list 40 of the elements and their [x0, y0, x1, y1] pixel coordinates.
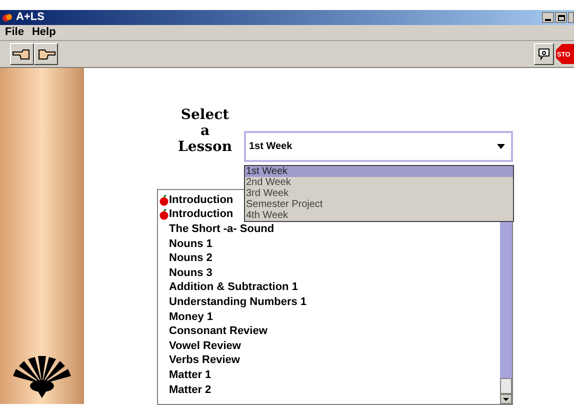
heading-text: Select	[180, 107, 230, 123]
lesson-item[interactable]: Money 1	[169, 312, 214, 323]
dropdown-option[interactable]: Semester Project	[245, 199, 513, 210]
lesson-item[interactable]: Addition & Subtraction 1	[169, 282, 298, 294]
scroll-down-button[interactable]	[500, 394, 512, 404]
maximize-button[interactable]	[555, 12, 567, 23]
heading-text: a	[200, 123, 210, 139]
lesson-item[interactable]: Nouns 1	[169, 238, 212, 250]
shell-drawing	[11, 354, 73, 398]
dropdown-option[interactable]: 4th Week	[245, 210, 513, 221]
dropdown-option[interactable]: 1st Week	[245, 166, 513, 177]
lesson-dropdown[interactable]: 1st Week	[244, 131, 513, 162]
back-button[interactable]	[10, 43, 34, 65]
lesson-item[interactable]: Introduction	[169, 194, 234, 206]
help-bubble-icon	[538, 48, 550, 60]
lesson-item[interactable]: Vowel Review	[169, 340, 241, 352]
down-arrow-icon	[503, 398, 509, 400]
lesson-item[interactable]: Understanding Numbers 1	[169, 296, 307, 308]
lesson-item[interactable]: Introduction	[169, 209, 234, 220]
window-title: A+LS	[16, 12, 44, 23]
hand-pointing-right-icon	[36, 48, 56, 60]
lesson-item[interactable]: The Short -a- Sound	[169, 224, 274, 235]
forward-button[interactable]	[34, 43, 58, 65]
lesson-item[interactable]: Nouns 3	[169, 268, 212, 279]
dropdown-option[interactable]: 2nd Week	[245, 177, 513, 188]
dropdown-option[interactable]: 3rd Week	[245, 188, 513, 199]
app-icon	[2, 12, 13, 23]
lesson-item[interactable]: Verbs Review	[169, 355, 240, 366]
heading-text: Lesson	[178, 139, 232, 155]
hand-pointing-left-icon	[12, 48, 32, 60]
minimize-button[interactable]	[542, 12, 554, 23]
menu-item[interactable]: File	[5, 27, 24, 38]
lesson-item[interactable]: Nouns 2	[169, 253, 212, 264]
help-button[interactable]	[534, 43, 554, 65]
lesson-item[interactable]: Consonant Review	[169, 326, 268, 338]
lesson-item[interactable]: Matter 2	[169, 384, 212, 396]
dropdown-arrow-icon	[497, 144, 505, 149]
scrollbar-thumb[interactable]	[500, 378, 512, 394]
lesson-item[interactable]: Matter 1	[169, 370, 212, 381]
menu-item[interactable]: Help	[32, 27, 56, 38]
